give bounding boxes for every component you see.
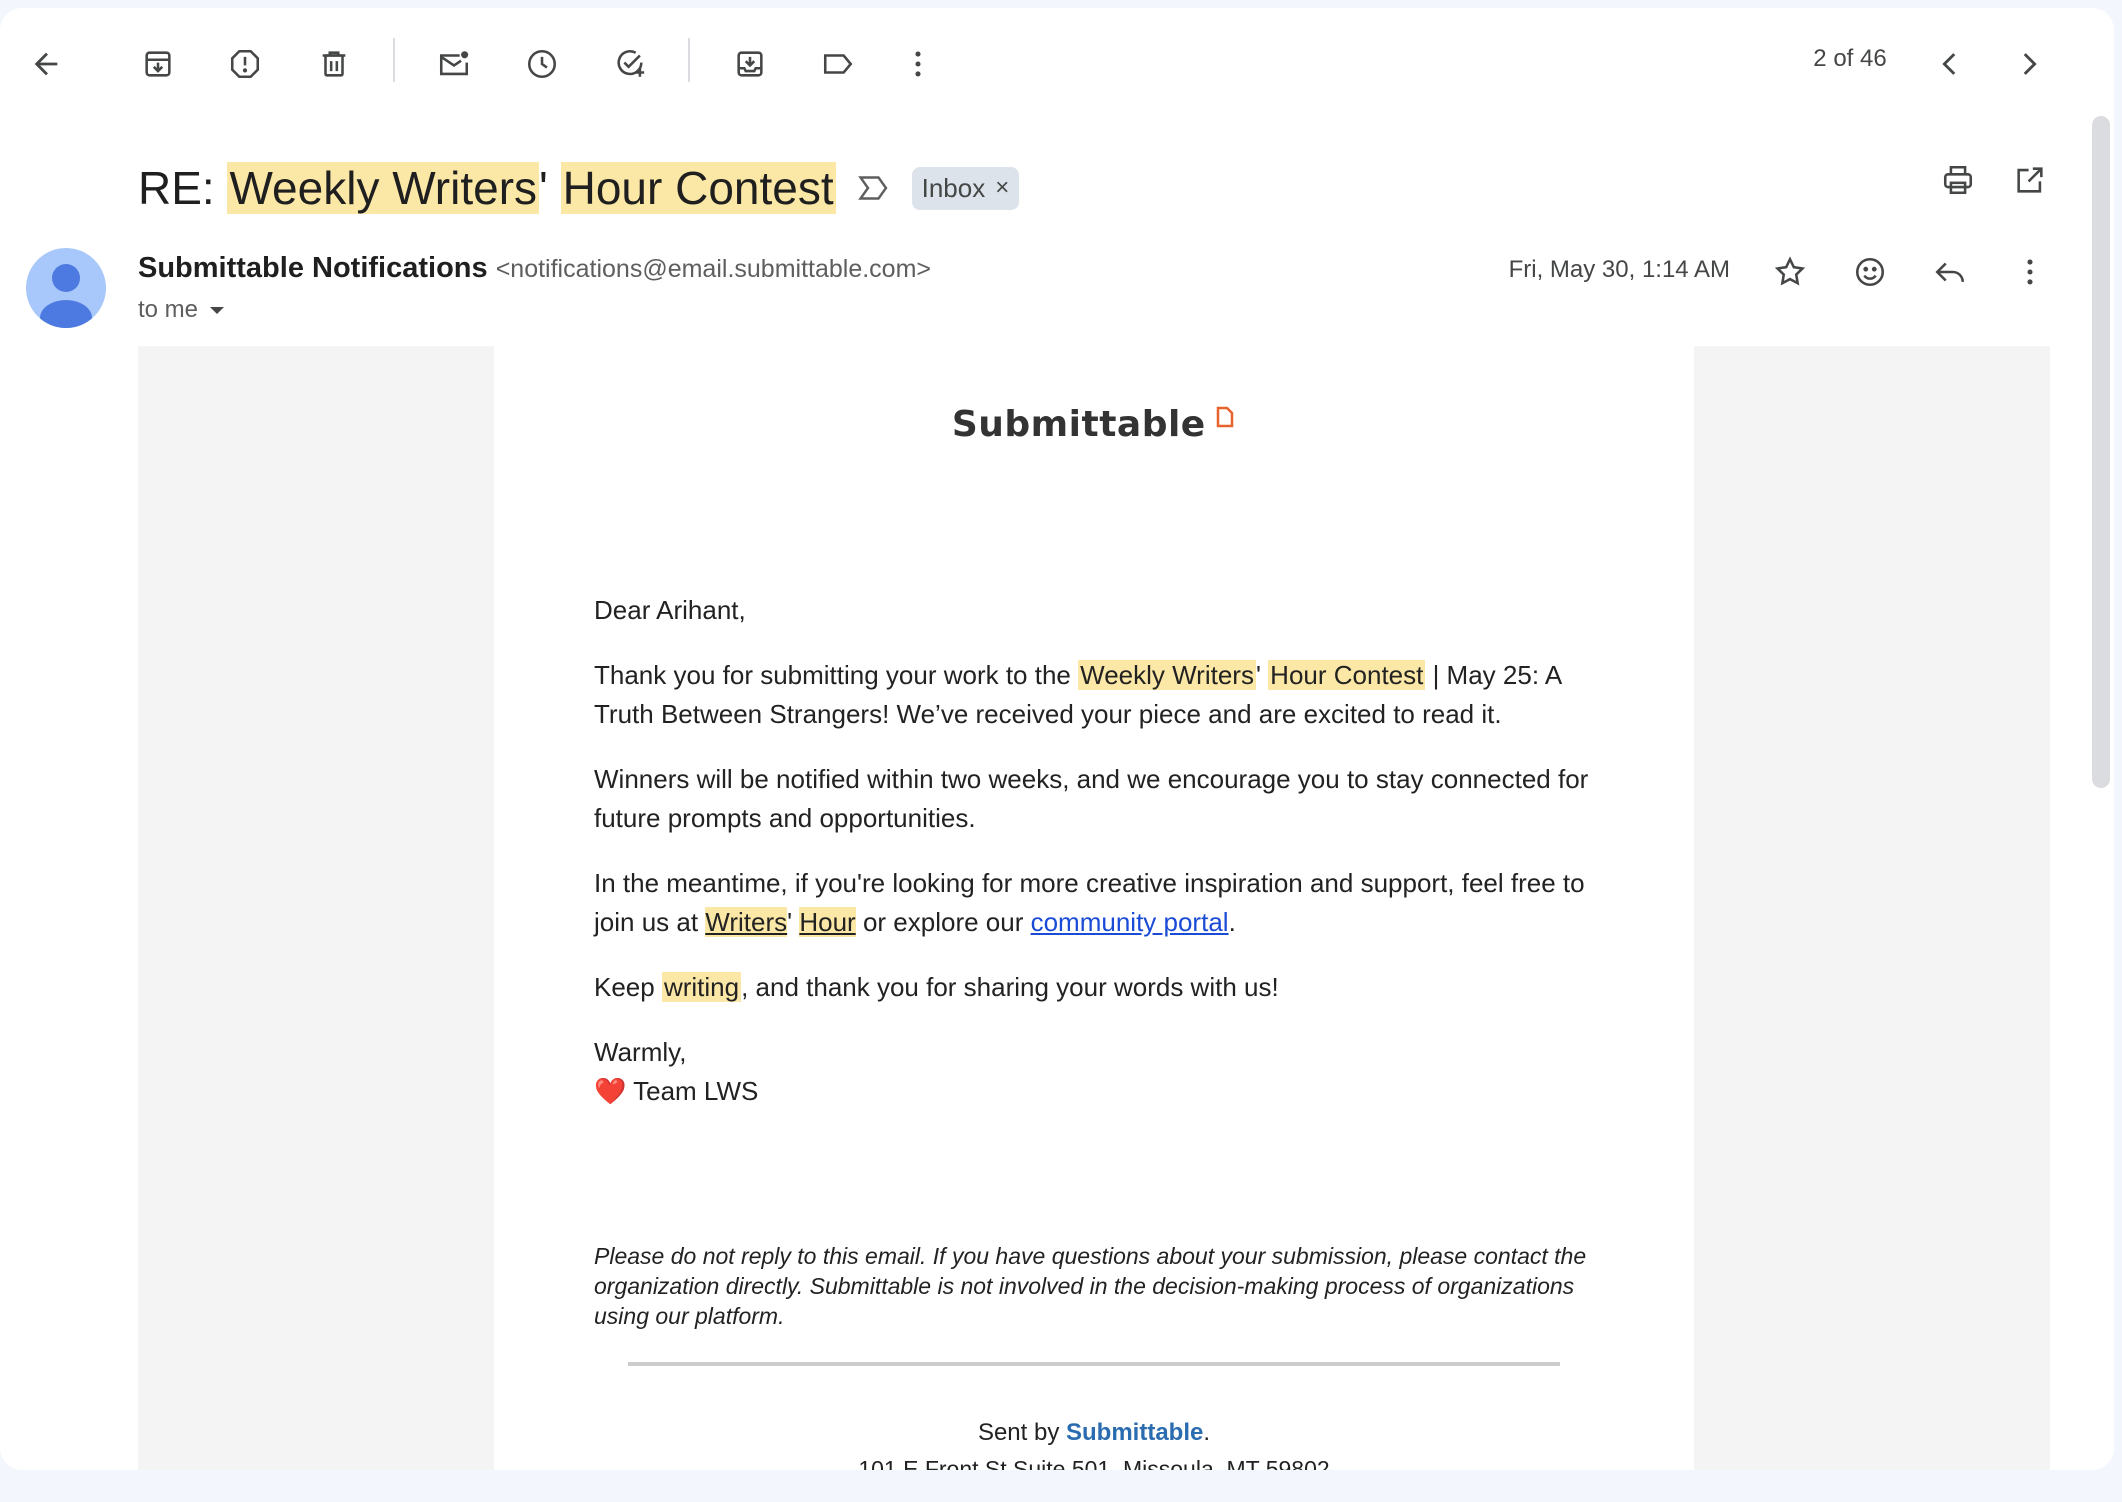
more-vert-icon[interactable] (888, 34, 948, 94)
caret-down-icon[interactable] (208, 304, 226, 316)
mark-unread-icon[interactable] (424, 34, 484, 94)
submittable-logo-icon (1216, 406, 1234, 428)
remove-label-icon[interactable]: × (995, 174, 1009, 202)
paragraph-4: Keep writing, and thank you for sharing … (594, 972, 1279, 1002)
reply-icon[interactable] (1922, 244, 1978, 300)
importance-marker-icon[interactable] (856, 170, 892, 206)
divider (628, 1362, 1560, 1366)
footer-address: 101 E Front St Suite 501, Missoula, MT 5… (858, 1456, 1330, 1470)
submittable-logo: Submittable (494, 404, 1694, 445)
avatar[interactable] (26, 248, 106, 328)
writers-hour-link[interactable]: Writers (705, 907, 788, 937)
recipient-details[interactable]: to me (138, 296, 226, 324)
signoff: Warmly, ❤️ Team LWS (594, 1037, 759, 1106)
message-date: Fri, May 30, 1:14 AM (1508, 256, 1730, 283)
paragraph-2: Winners will be notified within two week… (594, 764, 1589, 833)
submittable-link[interactable]: Submittable (1066, 1419, 1203, 1446)
email-content: Submittable Dear Arihant, Thank you for … (494, 346, 1694, 1470)
open-new-window-icon[interactable] (2000, 150, 2060, 210)
sender-line: Submittable Notifications <notifications… (138, 252, 931, 285)
message-more-icon[interactable] (2002, 244, 2058, 300)
paragraph-3: In the meantime, if you're looking for m… (594, 868, 1585, 937)
toolbar-divider (688, 38, 690, 82)
chevron-right-icon[interactable] (1999, 34, 2059, 94)
email-view: 2 of 46 RE: Weekly Writers' Hour Contest… (0, 8, 2114, 1470)
greeting: Dear Arihant, (594, 595, 746, 625)
no-reply-note: Please do not reply to this email. If yo… (594, 1243, 1587, 1329)
sender-name[interactable]: Submittable Notifications (138, 252, 488, 284)
paragraph-1: Thank you for submitting your work to th… (594, 660, 1561, 729)
star-icon[interactable] (1762, 244, 1818, 300)
report-spam-icon[interactable] (215, 34, 275, 94)
delete-icon[interactable] (304, 34, 364, 94)
toolbar: 2 of 46 (0, 8, 2114, 108)
snooze-icon[interactable] (512, 34, 572, 94)
community-portal-link[interactable]: community portal (1031, 907, 1229, 937)
sent-by: Sent by Submittable. (977, 1419, 1211, 1446)
subject-row: RE: Weekly Writers' Hour Contest Inbox × (138, 148, 1020, 228)
chevron-left-icon[interactable] (1920, 34, 1980, 94)
email-message: Dear Arihant, Thank you for submitting y… (594, 591, 1594, 1137)
pagination-count: 2 of 46 (1813, 45, 1887, 72)
sender-email: <notifications@email.submittable.com> (495, 255, 932, 283)
emoji-reaction-icon[interactable] (1842, 244, 1898, 300)
label-chip-inbox: Inbox × (911, 166, 1020, 210)
toolbar-divider (393, 38, 395, 82)
scrollbar-thumb[interactable] (2092, 116, 2110, 788)
writers-hour-link-hour[interactable]: Hour (799, 907, 856, 937)
email-body: Submittable Dear Arihant, Thank you for … (138, 346, 2050, 1470)
email-subject: RE: Weekly Writers' Hour Contest (138, 162, 836, 214)
label-icon[interactable] (808, 34, 868, 94)
archive-icon[interactable] (128, 34, 188, 94)
heart-icon: ❤️ (594, 1076, 627, 1106)
move-to-icon[interactable] (720, 34, 780, 94)
print-icon[interactable] (1928, 150, 1988, 210)
add-task-icon[interactable] (600, 34, 660, 94)
back-arrow-icon[interactable] (16, 34, 76, 94)
